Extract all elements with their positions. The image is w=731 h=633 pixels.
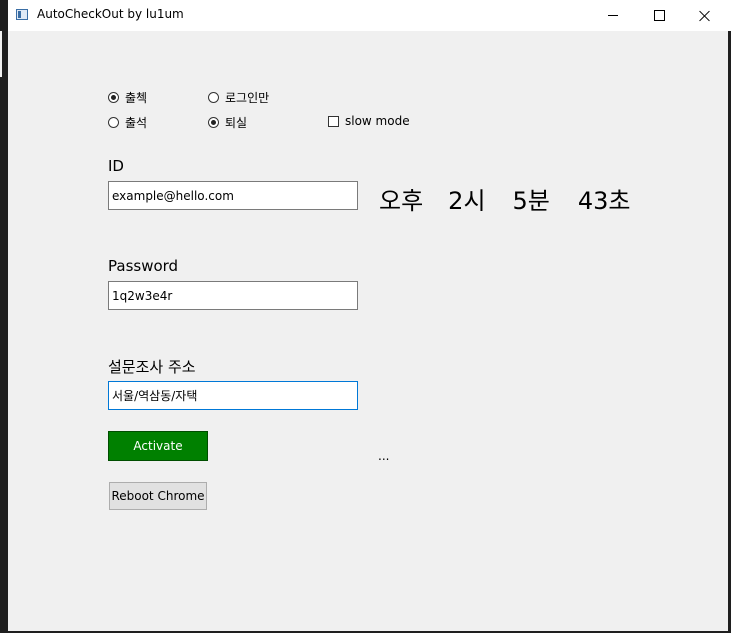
minimize-icon bbox=[608, 15, 618, 16]
radio-attendance[interactable]: 출석 bbox=[108, 114, 147, 131]
window-edge bbox=[0, 31, 2, 77]
window-title: AutoCheckOut by lu1um bbox=[37, 7, 184, 21]
radio-leave-label: 퇴실 bbox=[225, 116, 248, 130]
activate-button[interactable]: Activate bbox=[108, 431, 208, 461]
app-icon bbox=[16, 9, 28, 20]
reboot-chrome-button[interactable]: Reboot Chrome bbox=[109, 482, 207, 510]
radio-login-only-label: 로그인만 bbox=[225, 91, 270, 105]
password-label: Password bbox=[108, 257, 179, 275]
radio-leave[interactable]: 퇴실 bbox=[208, 114, 247, 131]
clock-second: 43초 bbox=[577, 187, 631, 215]
slow-mode-label: slow mode bbox=[345, 114, 410, 128]
status-text: ... bbox=[378, 449, 390, 463]
app-window: AutoCheckOut by lu1um 출첵 로그인만 출석 퇴실 slow… bbox=[0, 0, 731, 633]
radio-checkin-label: 출첵 bbox=[125, 91, 148, 105]
title-bar[interactable]: AutoCheckOut by lu1um bbox=[8, 0, 731, 31]
close-button[interactable] bbox=[682, 0, 728, 31]
slow-mode-checkbox[interactable]: slow mode bbox=[328, 114, 410, 128]
radio-login-only[interactable]: 로그인만 bbox=[208, 89, 269, 106]
clock-hour: 2시 bbox=[448, 187, 486, 215]
clock-minute: 5분 bbox=[512, 187, 550, 215]
radio-checked-icon bbox=[208, 117, 219, 128]
radio-unchecked-icon bbox=[108, 117, 119, 128]
survey-address-label: 설문조사 주소 bbox=[108, 358, 196, 376]
id-field[interactable] bbox=[108, 181, 358, 210]
radio-unchecked-icon bbox=[208, 92, 219, 103]
password-field[interactable] bbox=[108, 281, 358, 310]
radio-checkin[interactable]: 출첵 bbox=[108, 89, 147, 106]
id-label: ID bbox=[108, 157, 124, 175]
checkbox-icon bbox=[328, 115, 339, 127]
radio-checked-icon bbox=[108, 92, 119, 103]
close-icon bbox=[699, 10, 711, 22]
clock-display: 오후 2시 5분 43초 bbox=[379, 181, 631, 216]
radio-attendance-label: 출석 bbox=[125, 116, 148, 130]
minimize-button[interactable] bbox=[590, 0, 636, 31]
maximize-button[interactable] bbox=[636, 0, 682, 31]
clock-ampm: 오후 bbox=[379, 187, 424, 215]
survey-address-field[interactable] bbox=[108, 381, 358, 410]
maximize-icon bbox=[653, 10, 665, 21]
